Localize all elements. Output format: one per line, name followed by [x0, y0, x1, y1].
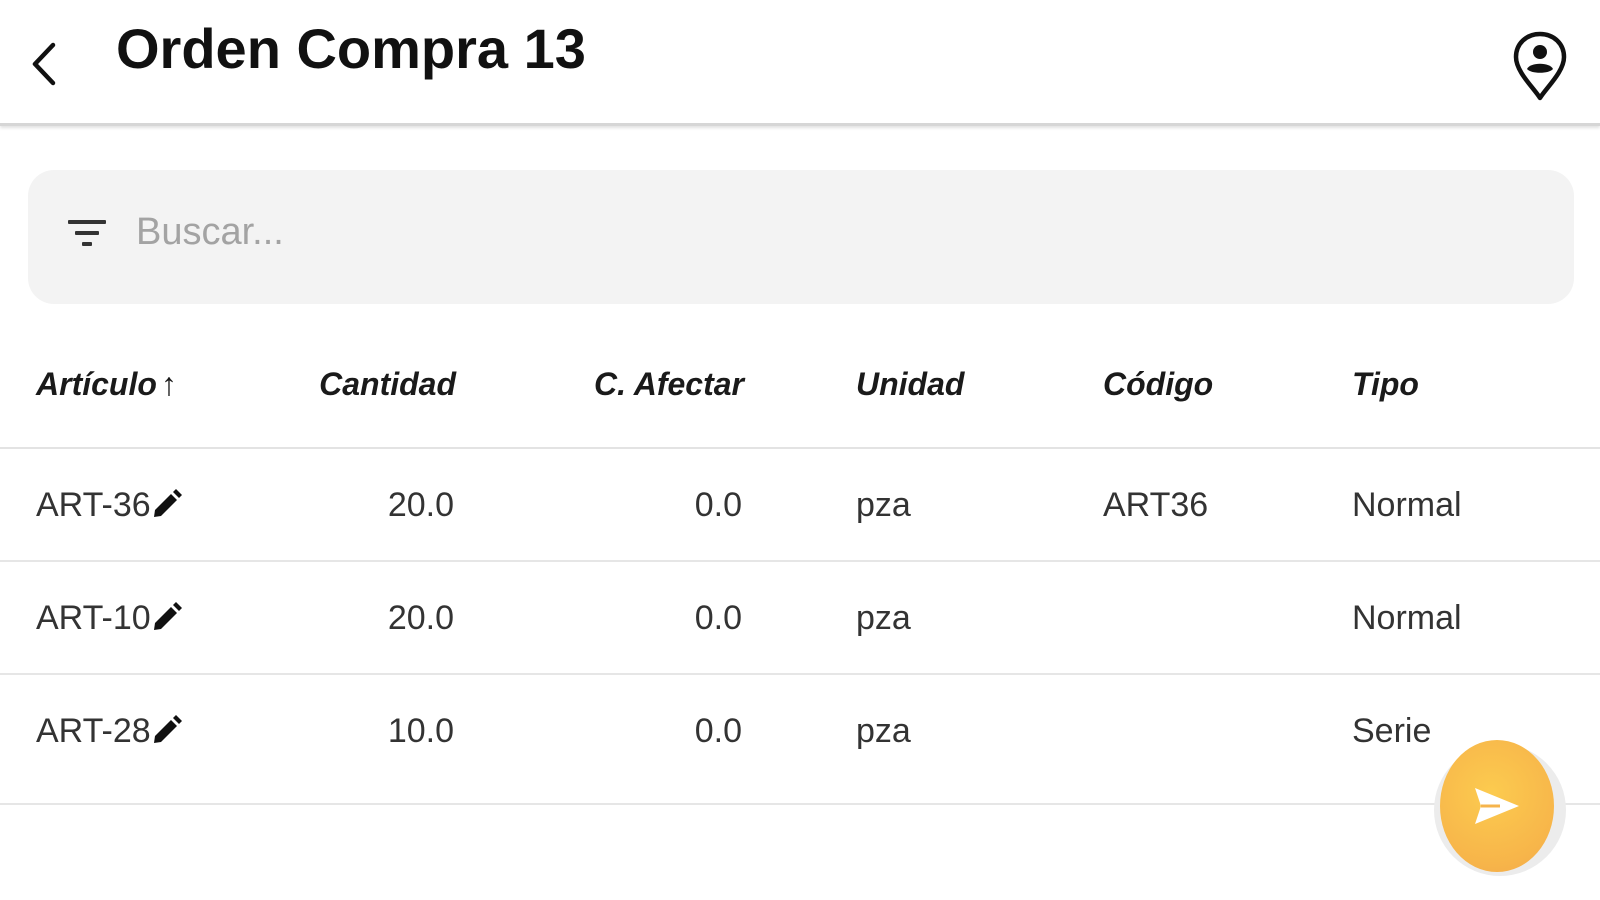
- send-icon: [1475, 788, 1519, 824]
- cell-unidad: pza: [856, 712, 911, 750]
- chevron-left-icon: [32, 42, 56, 86]
- table-row[interactable]: ART-10 20.0 0.0 pza Normal: [0, 562, 1600, 675]
- table-row[interactable]: ART-28 10.0 0.0 pza Serie: [0, 675, 1600, 805]
- filter-icon[interactable]: [66, 214, 108, 254]
- cell-cantidad: 20.0: [387, 486, 454, 524]
- edit-icon[interactable]: [150, 600, 182, 634]
- column-header-unidad[interactable]: Unidad: [856, 356, 964, 412]
- column-header-codigo[interactable]: Código: [1103, 356, 1213, 412]
- sort-ascending-icon: ↑: [160, 366, 177, 402]
- cell-c-afectar: 0.0: [694, 486, 742, 524]
- column-header-c-afectar[interactable]: C. Afectar: [560, 356, 744, 412]
- column-header-tipo[interactable]: Tipo: [1352, 356, 1419, 412]
- cell-articulo: ART-28: [36, 712, 151, 750]
- column-header-cantidad[interactable]: Cantidad: [300, 356, 456, 412]
- cell-unidad: pza: [856, 599, 911, 637]
- table-row[interactable]: ART-36 20.0 0.0 pza ART36 Normal: [0, 449, 1600, 562]
- cell-articulo: ART-36: [36, 486, 151, 524]
- column-header-articulo[interactable]: Artículo ↑: [36, 356, 177, 412]
- cell-articulo: ART-10: [36, 599, 151, 637]
- edit-icon[interactable]: [150, 713, 182, 747]
- app-bar: Orden Compra 13: [0, 0, 1600, 126]
- edit-icon[interactable]: [150, 487, 182, 521]
- location-button[interactable]: [1508, 28, 1572, 104]
- cell-c-afectar: 0.0: [694, 599, 742, 637]
- page-title: Orden Compra 13: [116, 17, 586, 80]
- send-button[interactable]: [1440, 740, 1554, 872]
- cell-tipo: Normal: [1352, 486, 1462, 524]
- cell-c-afectar: 0.0: [694, 712, 742, 750]
- location-person-icon: [1513, 31, 1567, 101]
- cell-codigo: ART36: [1103, 486, 1209, 524]
- cell-cantidad: 20.0: [387, 599, 454, 637]
- cell-tipo: Normal: [1352, 599, 1462, 637]
- back-button[interactable]: [22, 36, 66, 92]
- column-header-label: Artículo: [36, 366, 157, 402]
- cell-tipo: Serie: [1352, 712, 1432, 750]
- cell-unidad: pza: [856, 486, 911, 524]
- search-input[interactable]: [136, 200, 1516, 264]
- cell-cantidad: 10.0: [387, 712, 454, 750]
